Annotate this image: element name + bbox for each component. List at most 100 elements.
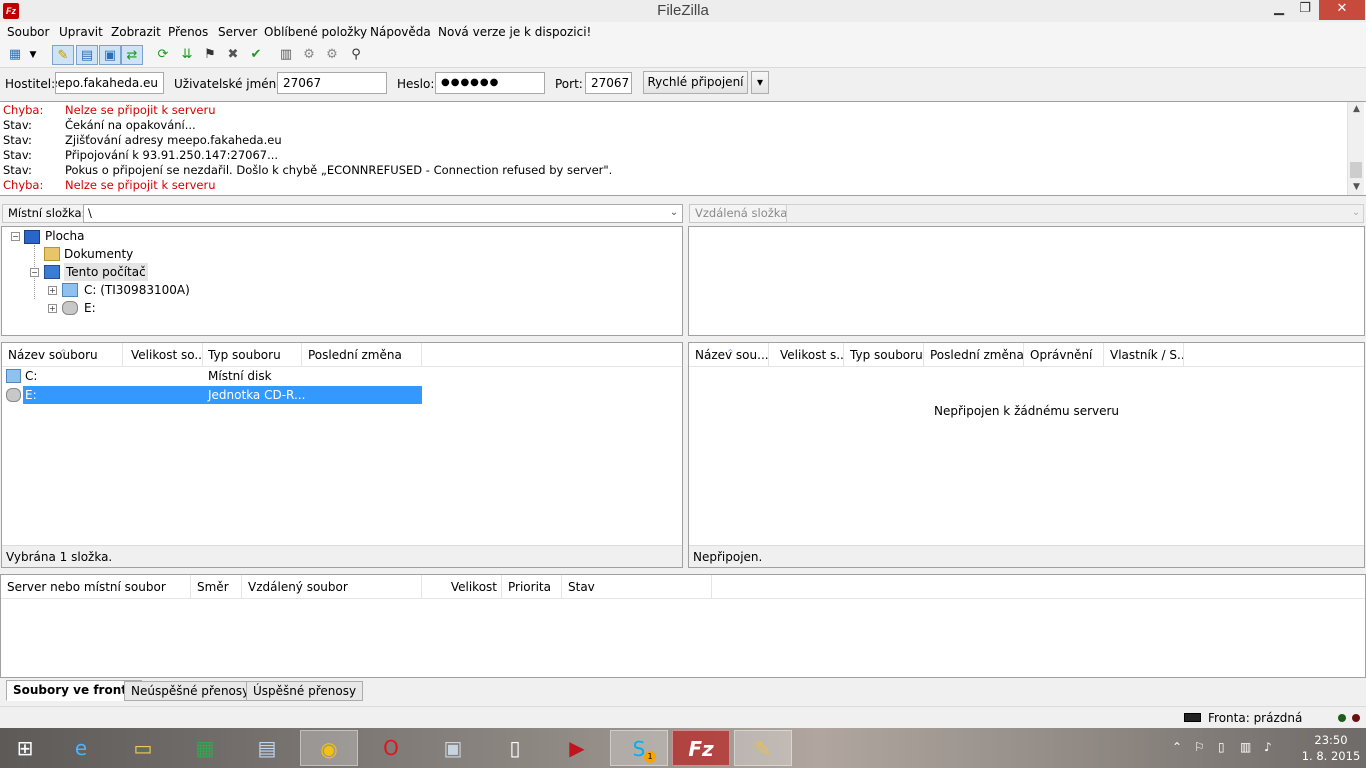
- port-input[interactable]: 27067: [585, 72, 632, 94]
- disconnect-icon[interactable]: ✖: [222, 45, 244, 65]
- col-priorita[interactable]: Priorita: [502, 575, 562, 599]
- volume-icon[interactable]: ♪: [1264, 740, 1272, 754]
- compare-icon[interactable]: ⚙: [298, 45, 320, 65]
- menu-upravit[interactable]: Upravit: [59, 22, 103, 42]
- log-scrollbar[interactable]: ▲ ▼: [1347, 102, 1364, 195]
- chevron-down-icon[interactable]: ⌄: [666, 207, 682, 218]
- col-server-soubor[interactable]: Server nebo místní soubor: [1, 575, 191, 599]
- tab-failed-transfers[interactable]: Neúspěšné přenosy: [124, 681, 257, 701]
- windows-start-icon[interactable]: ⊞: [0, 730, 50, 766]
- tree-item-drive-e[interactable]: E:: [84, 299, 96, 317]
- quickconnect-dropdown-icon[interactable]: ▾: [751, 71, 769, 94]
- chrome-icon[interactable]: ◉: [300, 730, 358, 766]
- col-smer[interactable]: Směr: [191, 575, 242, 599]
- col-nazev-souboru[interactable]: Název sou...: [689, 343, 769, 367]
- maximize-icon[interactable]: ❐: [1292, 0, 1318, 20]
- network-icon[interactable]: ▥: [1240, 740, 1251, 754]
- refresh-icon[interactable]: ⟳: [152, 45, 174, 65]
- menu-soubor[interactable]: Soubor: [7, 22, 49, 42]
- scroll-up-icon[interactable]: ▲: [1348, 102, 1365, 116]
- host-input[interactable]: meepo.fakaheda.eu: [55, 72, 164, 94]
- store-icon[interactable]: ▦: [176, 730, 234, 766]
- collapse-icon[interactable]: −: [11, 232, 20, 241]
- site-manager-icon[interactable]: ▦: [4, 45, 26, 65]
- tree-item-dokumenty[interactable]: Dokumenty: [64, 245, 133, 263]
- monitor-icon[interactable]: ▣: [424, 730, 482, 766]
- menu-server[interactable]: Server: [218, 22, 257, 42]
- tab-queued-files[interactable]: Soubory ve frontě: [6, 680, 143, 701]
- col-velikost[interactable]: Velikost so...: [125, 343, 203, 367]
- action-center-icon[interactable]: ⚐: [1194, 740, 1205, 754]
- host-label: Hostitel:: [5, 77, 56, 91]
- file-row[interactable]: E: Jednotka CD-R...: [2, 386, 422, 404]
- minimize-icon[interactable]: ▁: [1266, 0, 1292, 20]
- cancel-icon[interactable]: ⚑: [199, 45, 221, 65]
- filezilla-app-icon[interactable]: Fz: [3, 3, 19, 19]
- password-input[interactable]: ●●●●●●: [435, 72, 545, 94]
- menu-oblibene[interactable]: Oblíbené položky: [264, 22, 367, 42]
- menu-prenos[interactable]: Přenos: [168, 22, 208, 42]
- remote-desktop-icon[interactable]: ▤: [238, 730, 296, 766]
- not-connected-message: Nepřipojen k žádnému serveru: [933, 404, 1120, 418]
- col-velikost[interactable]: Velikost: [422, 575, 502, 599]
- filezilla-icon[interactable]: Fz: [672, 730, 730, 766]
- menu-napoveda[interactable]: Nápověda: [370, 22, 431, 42]
- col-posledni-zmena[interactable]: Poslední změna: [924, 343, 1024, 367]
- scroll-thumb[interactable]: [1350, 162, 1362, 178]
- clock-date: 1. 8. 2015: [1301, 749, 1361, 763]
- queue-status: Fronta: prázdná: [1208, 711, 1303, 725]
- col-typ-souboru[interactable]: Typ souboru: [202, 343, 302, 367]
- filter-icon[interactable]: ▥: [275, 45, 297, 65]
- remote-path-input[interactable]: [786, 204, 1364, 223]
- transfer-queue-icon[interactable]: ⇄: [121, 45, 143, 65]
- col-velikost[interactable]: Velikost s...: [774, 343, 844, 367]
- document-icon[interactable]: ▯: [486, 730, 544, 766]
- reconnect-icon[interactable]: ✔: [245, 45, 267, 65]
- scroll-down-icon[interactable]: ▼: [1348, 180, 1365, 194]
- col-stav[interactable]: Stav: [562, 575, 712, 599]
- file-row[interactable]: C: Místní disk: [2, 367, 422, 385]
- opera-icon[interactable]: O: [362, 730, 420, 766]
- tab-successful-transfers[interactable]: Úspěšné přenosy: [246, 681, 364, 701]
- local-tree: − Plocha Dokumenty − Tento počítač + C: …: [1, 226, 683, 336]
- col-typ-souboru[interactable]: Typ souboru: [844, 343, 924, 367]
- process-queue-icon[interactable]: ⇊: [176, 45, 198, 65]
- menu-zobrazit[interactable]: Zobrazit: [111, 22, 161, 42]
- search-icon[interactable]: ⚲: [345, 45, 367, 65]
- local-tree-icon[interactable]: ▤: [76, 45, 98, 65]
- tree-item-drive-c[interactable]: C: (TI30983100A): [84, 281, 190, 299]
- quickconnect-button[interactable]: Rychlé připojení: [643, 71, 748, 94]
- message-log-icon[interactable]: ✎: [52, 45, 74, 65]
- skype-icon[interactable]: S 1: [610, 730, 668, 766]
- expand-icon[interactable]: +: [48, 304, 57, 313]
- clock-time: 23:50: [1314, 733, 1348, 747]
- local-path-bar: Místní složka: \ ⌄: [0, 201, 684, 225]
- col-vzdaleny-soubor[interactable]: Vzdálený soubor: [242, 575, 422, 599]
- tree-item-plocha[interactable]: Plocha: [45, 227, 84, 245]
- menu-nova-verze[interactable]: Nová verze je k dispozici!: [438, 22, 591, 42]
- expand-icon[interactable]: +: [48, 286, 57, 295]
- taskbar-clock[interactable]: 23:50 1. 8. 2015: [1300, 732, 1362, 764]
- battery-icon[interactable]: ▯: [1218, 740, 1225, 754]
- local-path-input[interactable]: \: [83, 204, 683, 223]
- col-posledni-zmena[interactable]: Poslední změna: [302, 343, 422, 367]
- paint-icon[interactable]: ✎: [734, 730, 792, 766]
- close-icon[interactable]: ✕: [1319, 0, 1365, 20]
- col-opravneni[interactable]: Oprávnění: [1024, 343, 1104, 367]
- remote-path-label: Vzdálená složka:: [689, 204, 798, 223]
- collapse-icon[interactable]: −: [30, 268, 39, 277]
- tree-item-tento-pocitac[interactable]: Tento počítač: [64, 263, 148, 281]
- sync-browse-icon[interactable]: ⚙: [321, 45, 343, 65]
- password-label: Heslo:: [397, 77, 435, 91]
- col-nazev-souboru[interactable]: Název souboru: [2, 343, 123, 367]
- chevron-down-icon[interactable]: ⌄: [1348, 207, 1364, 218]
- log-row: Stav: Pokus o připojení se nezdařil. Došl…: [3, 163, 613, 177]
- col-vlastnik[interactable]: Vlastník / S...: [1104, 343, 1184, 367]
- username-input[interactable]: 27067: [277, 72, 387, 94]
- show-hidden-icons[interactable]: ⌃: [1172, 740, 1182, 754]
- media-player-icon[interactable]: ▶: [548, 730, 606, 766]
- remote-tree-icon[interactable]: ▣: [99, 45, 121, 65]
- file-explorer-icon[interactable]: ▭: [114, 730, 172, 766]
- internet-explorer-icon[interactable]: e: [52, 730, 110, 766]
- site-manager-dropdown-icon[interactable]: ▼: [26, 45, 40, 65]
